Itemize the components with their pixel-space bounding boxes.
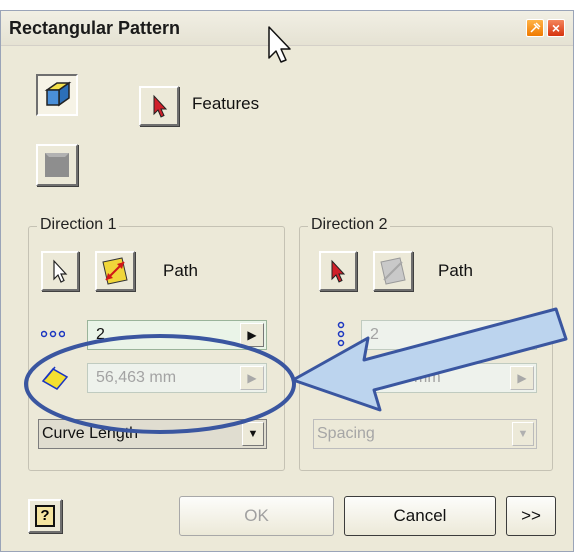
- direction-2-flip-button[interactable]: [373, 251, 413, 291]
- select-arrow-icon: [153, 94, 168, 118]
- direction-2-title: Direction 2: [308, 216, 391, 234]
- count-dots-icon: [41, 330, 65, 338]
- direction-1-count-value: 2: [96, 326, 105, 343]
- rectangular-pattern-dialog: Rectangular Pattern × Features Direction…: [0, 10, 574, 552]
- pin-icon[interactable]: [526, 19, 544, 37]
- direction-2-path-label: Path: [438, 261, 473, 280]
- direction-1-flip-button[interactable]: [95, 251, 135, 291]
- flip-direction-icon: [380, 257, 406, 285]
- direction-2-spacing-arrow[interactable]: ▶: [510, 366, 534, 390]
- solid-body-button[interactable]: [36, 144, 78, 186]
- direction-1-path-select-button[interactable]: [41, 251, 79, 291]
- features-select-button[interactable]: [139, 86, 179, 126]
- chevron-down-icon[interactable]: ▼: [242, 422, 264, 446]
- close-icon[interactable]: ×: [547, 19, 565, 37]
- dialog-title: Rectangular Pattern: [9, 18, 181, 38]
- direction-2-path-select-button[interactable]: [319, 251, 357, 291]
- direction-1-mode-select[interactable]: Curve Length ▼: [38, 419, 267, 449]
- help-button[interactable]: ?: [28, 499, 62, 533]
- direction-1-path-label: Path: [163, 261, 198, 280]
- direction-2-count-field[interactable]: 2 ▶: [361, 320, 537, 350]
- direction-1-count-arrow[interactable]: ▶: [240, 323, 264, 347]
- direction-2-mode-value: Spacing: [317, 425, 375, 442]
- features-label: Features: [192, 94, 260, 113]
- direction-2-spacing-field[interactable]: mm ▶: [361, 363, 537, 393]
- count-dots-icon: [337, 321, 345, 347]
- help-glyph: ?: [40, 507, 50, 524]
- rect-feature-icon: [44, 81, 72, 107]
- distance-icon: [41, 366, 69, 390]
- direction-1-spacing-arrow[interactable]: ▶: [240, 366, 264, 390]
- rect-feature-mode-button[interactable]: [36, 74, 78, 116]
- direction-2-count-value: 2: [370, 326, 379, 343]
- cancel-button[interactable]: Cancel: [344, 496, 496, 536]
- direction-1-mode-value: Curve Length: [42, 425, 139, 442]
- chevron-down-icon[interactable]: ▼: [512, 422, 534, 446]
- direction-2-spacing-value: mm: [414, 369, 441, 386]
- ok-button[interactable]: OK: [179, 496, 334, 536]
- select-arrow-icon: [331, 259, 346, 283]
- flip-direction-icon: [102, 257, 128, 285]
- direction-2-count-arrow[interactable]: ▶: [510, 323, 534, 347]
- direction-2-mode-select[interactable]: Spacing ▼: [313, 419, 537, 449]
- title-bar[interactable]: Rectangular Pattern ×: [1, 11, 573, 46]
- more-button[interactable]: >>: [506, 496, 556, 536]
- direction-1-spacing-field[interactable]: 56,463 mm ▶: [87, 363, 267, 393]
- direction-1-spacing-value: 56,463 mm: [96, 369, 177, 386]
- solid-body-icon: [45, 153, 69, 177]
- select-arrow-icon: [53, 259, 68, 283]
- direction-1-title: Direction 1: [37, 216, 120, 234]
- help-icon: ?: [35, 505, 55, 527]
- direction-1-count-field[interactable]: 2 ▶: [87, 320, 267, 350]
